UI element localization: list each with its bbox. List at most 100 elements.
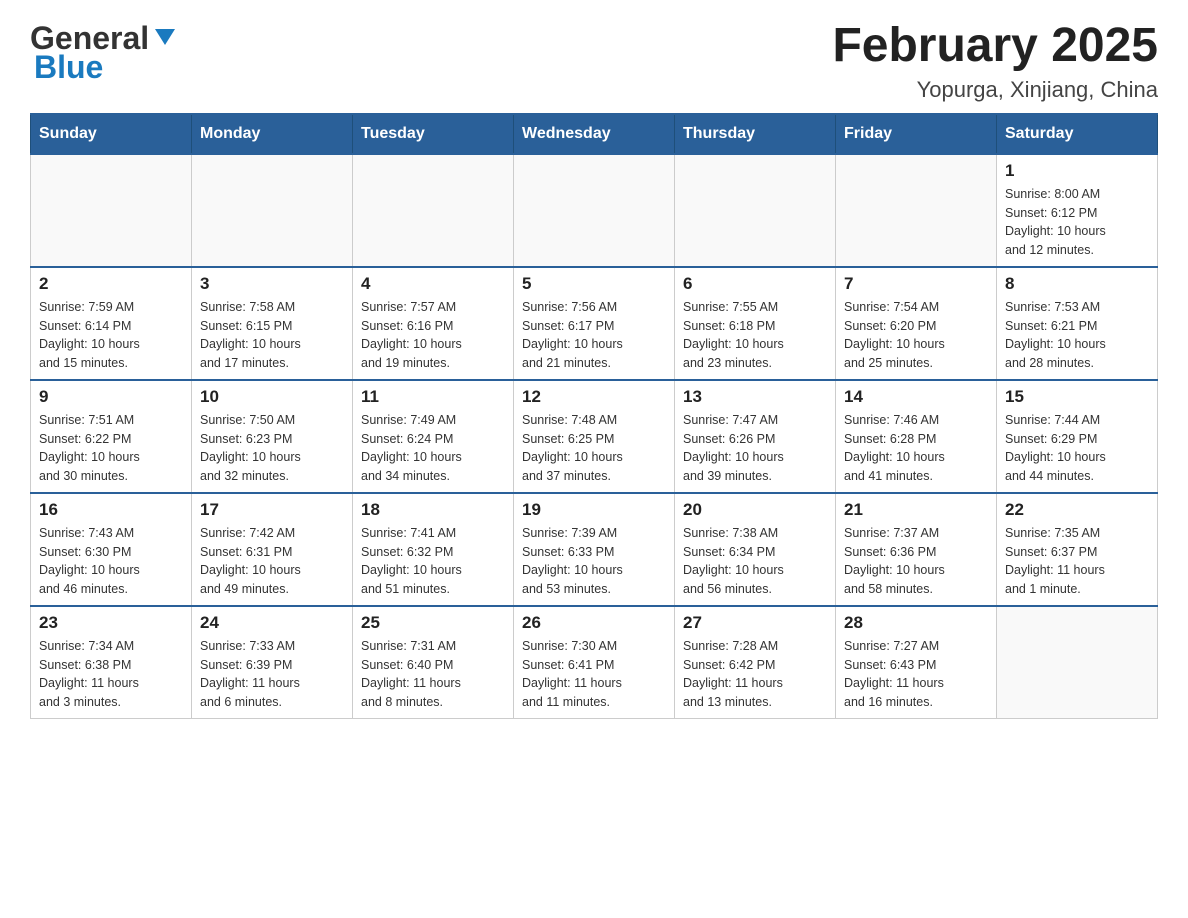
day-number: 4	[361, 274, 505, 294]
calendar-week-row: 9 Sunrise: 7:51 AMSunset: 6:22 PMDaylight…	[31, 380, 1158, 493]
day-info: Sunrise: 7:54 AMSunset: 6:20 PMDaylight:…	[844, 298, 988, 373]
calendar-cell: 18 Sunrise: 7:41 AMSunset: 6:32 PMDayligh…	[353, 493, 514, 606]
calendar-cell: 7 Sunrise: 7:54 AMSunset: 6:20 PMDaylight…	[836, 267, 997, 380]
day-info: Sunrise: 7:59 AMSunset: 6:14 PMDaylight:…	[39, 298, 183, 373]
day-info: Sunrise: 7:57 AMSunset: 6:16 PMDaylight:…	[361, 298, 505, 373]
day-number: 23	[39, 613, 183, 633]
calendar-cell: 6Sunrise: 7:55 AMSunset: 6:18 PMDaylight…	[675, 267, 836, 380]
weekday-header-tuesday: Tuesday	[353, 114, 514, 154]
calendar-cell: 8 Sunrise: 7:53 AMSunset: 6:21 PMDaylight…	[997, 267, 1158, 380]
calendar-cell: 5 Sunrise: 7:56 AMSunset: 6:17 PMDaylight…	[514, 267, 675, 380]
calendar-cell: 15 Sunrise: 7:44 AMSunset: 6:29 PMDayligh…	[997, 380, 1158, 493]
day-number: 22	[1005, 500, 1149, 520]
calendar-cell: 22 Sunrise: 7:35 AMSunset: 6:37 PMDayligh…	[997, 493, 1158, 606]
day-number: 9	[39, 387, 183, 407]
day-info: Sunrise: 7:46 AMSunset: 6:28 PMDaylight:…	[844, 411, 988, 486]
calendar-cell: 20 Sunrise: 7:38 AMSunset: 6:34 PMDayligh…	[675, 493, 836, 606]
day-number: 13	[683, 387, 827, 407]
day-info: Sunrise: 8:00 AMSunset: 6:12 PMDaylight:…	[1005, 185, 1149, 260]
calendar-cell: 13 Sunrise: 7:47 AMSunset: 6:26 PMDayligh…	[675, 380, 836, 493]
day-info: Sunrise: 7:56 AMSunset: 6:17 PMDaylight:…	[522, 298, 666, 373]
day-info: Sunrise: 7:35 AMSunset: 6:37 PMDaylight:…	[1005, 524, 1149, 599]
day-number: 17	[200, 500, 344, 520]
calendar-cell	[31, 154, 192, 267]
calendar-cell: 17 Sunrise: 7:42 AMSunset: 6:31 PMDayligh…	[192, 493, 353, 606]
day-info: Sunrise: 7:42 AMSunset: 6:31 PMDaylight:…	[200, 524, 344, 599]
calendar-cell: 1 Sunrise: 8:00 AMSunset: 6:12 PMDaylight…	[997, 154, 1158, 267]
day-info: Sunrise: 7:49 AMSunset: 6:24 PMDaylight:…	[361, 411, 505, 486]
day-info: Sunrise: 7:27 AMSunset: 6:43 PMDaylight:…	[844, 637, 988, 712]
day-info: Sunrise: 7:31 AMSunset: 6:40 PMDaylight:…	[361, 637, 505, 712]
day-info: Sunrise: 7:51 AMSunset: 6:22 PMDaylight:…	[39, 411, 183, 486]
calendar-cell: 25 Sunrise: 7:31 AMSunset: 6:40 PMDayligh…	[353, 606, 514, 719]
day-number: 25	[361, 613, 505, 633]
calendar-cell	[353, 154, 514, 267]
day-info: Sunrise: 7:30 AMSunset: 6:41 PMDaylight:…	[522, 637, 666, 712]
calendar-cell	[192, 154, 353, 267]
calendar-cell: 27 Sunrise: 7:28 AMSunset: 6:42 PMDayligh…	[675, 606, 836, 719]
calendar-cell: 26 Sunrise: 7:30 AMSunset: 6:41 PMDayligh…	[514, 606, 675, 719]
day-info: Sunrise: 7:44 AMSunset: 6:29 PMDaylight:…	[1005, 411, 1149, 486]
calendar-week-row: 1 Sunrise: 8:00 AMSunset: 6:12 PMDaylight…	[31, 154, 1158, 267]
day-number: 2	[39, 274, 183, 294]
day-number: 15	[1005, 387, 1149, 407]
day-info: Sunrise: 7:37 AMSunset: 6:36 PMDaylight:…	[844, 524, 988, 599]
calendar-cell: 16 Sunrise: 7:43 AMSunset: 6:30 PMDayligh…	[31, 493, 192, 606]
logo-blue-text: Blue	[34, 49, 103, 86]
day-number: 12	[522, 387, 666, 407]
day-info: Sunrise: 7:41 AMSunset: 6:32 PMDaylight:…	[361, 524, 505, 599]
day-number: 3	[200, 274, 344, 294]
calendar-cell	[514, 154, 675, 267]
day-info: Sunrise: 7:39 AMSunset: 6:33 PMDaylight:…	[522, 524, 666, 599]
calendar-title: February 2025	[832, 20, 1158, 73]
calendar-cell: 10 Sunrise: 7:50 AMSunset: 6:23 PMDayligh…	[192, 380, 353, 493]
calendar-cell: 24 Sunrise: 7:33 AMSunset: 6:39 PMDayligh…	[192, 606, 353, 719]
day-number: 20	[683, 500, 827, 520]
calendar-cell: 14 Sunrise: 7:46 AMSunset: 6:28 PMDayligh…	[836, 380, 997, 493]
calendar-week-row: 23Sunrise: 7:34 AMSunset: 6:38 PMDayligh…	[31, 606, 1158, 719]
calendar-cell: 19 Sunrise: 7:39 AMSunset: 6:33 PMDayligh…	[514, 493, 675, 606]
day-info: Sunrise: 7:50 AMSunset: 6:23 PMDaylight:…	[200, 411, 344, 486]
calendar-cell: 2 Sunrise: 7:59 AMSunset: 6:14 PMDaylight…	[31, 267, 192, 380]
day-number: 26	[522, 613, 666, 633]
weekday-header-thursday: Thursday	[675, 114, 836, 154]
day-info: Sunrise: 7:33 AMSunset: 6:39 PMDaylight:…	[200, 637, 344, 712]
day-number: 10	[200, 387, 344, 407]
day-number: 28	[844, 613, 988, 633]
calendar-cell: 21 Sunrise: 7:37 AMSunset: 6:36 PMDayligh…	[836, 493, 997, 606]
weekday-header-saturday: Saturday	[997, 114, 1158, 154]
calendar-cell: 4 Sunrise: 7:57 AMSunset: 6:16 PMDaylight…	[353, 267, 514, 380]
day-info: Sunrise: 7:47 AMSunset: 6:26 PMDaylight:…	[683, 411, 827, 486]
title-block: February 2025 Yopurga, Xinjiang, China	[832, 20, 1158, 103]
weekday-header-wednesday: Wednesday	[514, 114, 675, 154]
calendar-cell	[836, 154, 997, 267]
day-number: 21	[844, 500, 988, 520]
day-info: Sunrise: 7:38 AMSunset: 6:34 PMDaylight:…	[683, 524, 827, 599]
day-number: 27	[683, 613, 827, 633]
day-number: 1	[1005, 161, 1149, 181]
day-info: Sunrise: 7:43 AMSunset: 6:30 PMDaylight:…	[39, 524, 183, 599]
weekday-header-sunday: Sunday	[31, 114, 192, 154]
day-number: 8	[1005, 274, 1149, 294]
day-info: Sunrise: 7:53 AMSunset: 6:21 PMDaylight:…	[1005, 298, 1149, 373]
weekday-header-monday: Monday	[192, 114, 353, 154]
day-number: 18	[361, 500, 505, 520]
calendar-header-row: SundayMondayTuesdayWednesdayThursdayFrid…	[31, 114, 1158, 154]
day-info: Sunrise: 7:28 AMSunset: 6:42 PMDaylight:…	[683, 637, 827, 712]
page-header: General Blue February 2025 Yopurga, Xinj…	[30, 20, 1158, 103]
calendar-cell: 9 Sunrise: 7:51 AMSunset: 6:22 PMDaylight…	[31, 380, 192, 493]
calendar-cell: 28 Sunrise: 7:27 AMSunset: 6:43 PMDayligh…	[836, 606, 997, 719]
day-number: 11	[361, 387, 505, 407]
calendar-table: SundayMondayTuesdayWednesdayThursdayFrid…	[30, 113, 1158, 719]
day-number: 19	[522, 500, 666, 520]
day-info: Sunrise: 7:48 AMSunset: 6:25 PMDaylight:…	[522, 411, 666, 486]
day-number: 24	[200, 613, 344, 633]
calendar-cell: 11 Sunrise: 7:49 AMSunset: 6:24 PMDayligh…	[353, 380, 514, 493]
day-number: 7	[844, 274, 988, 294]
day-number: 14	[844, 387, 988, 407]
calendar-week-row: 16 Sunrise: 7:43 AMSunset: 6:30 PMDayligh…	[31, 493, 1158, 606]
day-number: 16	[39, 500, 183, 520]
calendar-subtitle: Yopurga, Xinjiang, China	[832, 77, 1158, 103]
day-number: 5	[522, 274, 666, 294]
logo-arrow-icon	[151, 23, 179, 51]
